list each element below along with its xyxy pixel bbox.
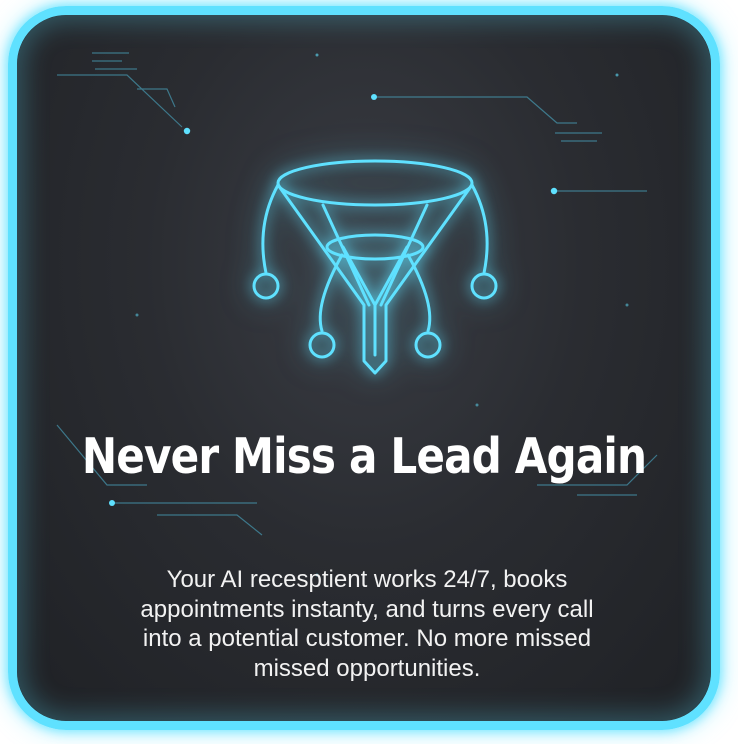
funnel-icon <box>252 159 498 375</box>
body-line: into a potential customer. No more misse… <box>142 625 592 652</box>
body-line: appointments instanty, and turns every c… <box>140 595 594 623</box>
body-copy: Your AI recesptient works 24/7, books ap… <box>107 565 627 683</box>
promo-card: Never Miss a Lead Again Your AI recespti… <box>8 6 720 730</box>
body-line: missed opportunities. <box>253 654 481 682</box>
body-line: Your AI recesptient works 24/7, books <box>166 566 568 593</box>
headline: Never Miss a Lead Again <box>81 428 647 485</box>
